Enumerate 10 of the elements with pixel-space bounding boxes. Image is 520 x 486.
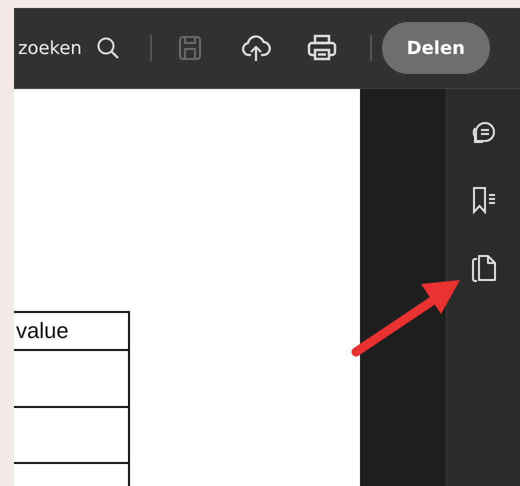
save-icon bbox=[178, 35, 202, 61]
cloud-upload-icon bbox=[240, 33, 271, 63]
search-button[interactable]: zoeken bbox=[18, 36, 120, 60]
printer-icon bbox=[306, 34, 337, 62]
bookmark-list-icon bbox=[470, 186, 496, 214]
pages-icon bbox=[470, 253, 496, 283]
comment-icon bbox=[470, 120, 496, 144]
search-icon bbox=[96, 36, 120, 60]
share-button[interactable]: Delen bbox=[382, 22, 490, 74]
table-header-cell: value bbox=[14, 311, 130, 351]
